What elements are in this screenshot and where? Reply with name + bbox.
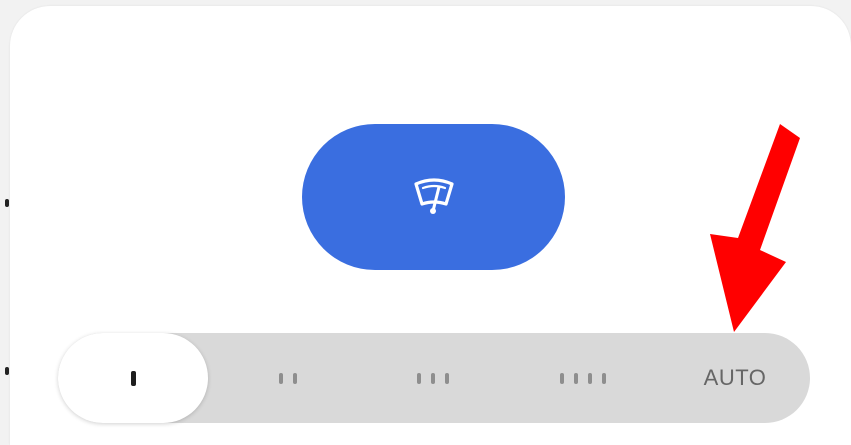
- speed-1-bars-icon: [130, 370, 136, 386]
- speed-3-bars-icon: [417, 372, 449, 384]
- edge-dot-top: [5, 199, 9, 207]
- speed-option-4[interactable]: [508, 333, 658, 423]
- speed-4-bars-icon: [560, 372, 606, 384]
- windshield-wiper-icon: [413, 178, 454, 214]
- edge-dot-bottom: [5, 367, 9, 375]
- speed-option-1[interactable]: [58, 333, 208, 423]
- speed-option-3[interactable]: [368, 333, 498, 423]
- speed-option-auto[interactable]: AUTO: [670, 333, 800, 423]
- speed-option-2[interactable]: [228, 333, 348, 423]
- red-arrow-annotation: [710, 124, 800, 332]
- wiper-speed-selector: AUTO: [58, 333, 810, 423]
- wiper-button[interactable]: [302, 124, 565, 270]
- speed-2-bars-icon: [279, 372, 297, 384]
- auto-label: AUTO: [703, 365, 767, 390]
